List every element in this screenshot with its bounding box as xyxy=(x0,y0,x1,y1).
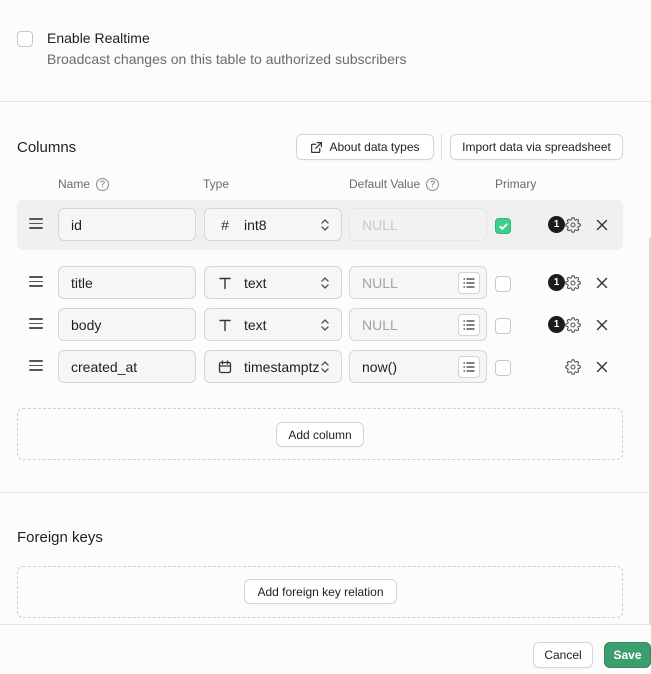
gear-icon[interactable] xyxy=(565,317,581,333)
add-column-area: Add column xyxy=(17,408,623,460)
section-divider xyxy=(0,492,651,493)
column-type-select[interactable]: text xyxy=(204,308,342,341)
default-suggestions-button[interactable] xyxy=(458,356,480,378)
gear-icon[interactable] xyxy=(565,217,581,233)
realtime-description: Broadcast changes on this table to autho… xyxy=(47,51,407,67)
default-suggestions-button[interactable] xyxy=(458,272,480,294)
help-icon[interactable]: ? xyxy=(426,177,440,191)
foreign-keys-title: Foreign keys xyxy=(17,529,103,546)
chevron-up-down-icon xyxy=(321,318,329,331)
default-value-input[interactable]: NULL xyxy=(349,266,487,299)
header-primary: Primary xyxy=(495,177,536,191)
drag-handle-icon[interactable] xyxy=(29,318,43,330)
column-type-select[interactable]: text xyxy=(204,266,342,299)
close-icon[interactable] xyxy=(596,219,608,231)
list-icon xyxy=(463,362,475,372)
hash-icon: # xyxy=(221,216,229,233)
header-default-value: Default Value ? xyxy=(349,177,440,191)
column-type-value: timestamptz xyxy=(244,358,319,375)
save-button[interactable]: Save xyxy=(604,642,651,668)
header-name-label: Name xyxy=(58,177,91,191)
column-type-value: int8 xyxy=(244,216,267,233)
column-name-input[interactable]: body xyxy=(58,308,196,341)
default-value: NULL xyxy=(362,274,398,291)
realtime-checkbox[interactable] xyxy=(17,31,33,47)
column-type-select[interactable]: timestamptz xyxy=(204,350,342,383)
default-value: NULL xyxy=(362,316,398,333)
drag-handle-icon[interactable] xyxy=(29,360,43,372)
foreign-keys-area: Add foreign key relation xyxy=(17,566,623,618)
realtime-title: Enable Realtime xyxy=(47,30,150,46)
realtime-option: Enable Realtime Broadcast changes on thi… xyxy=(17,30,617,70)
column-name-value: id xyxy=(71,216,82,233)
column-badge: 1 xyxy=(548,216,565,233)
list-icon xyxy=(463,278,475,288)
header-name: Name ? xyxy=(58,177,110,191)
column-name-input[interactable]: title xyxy=(58,266,196,299)
external-link-icon xyxy=(311,141,323,153)
header-primary-label: Primary xyxy=(495,177,537,191)
text-type-icon xyxy=(217,318,233,332)
column-name-value: title xyxy=(71,274,93,291)
default-suggestions-button[interactable] xyxy=(458,314,480,336)
header-type: Type xyxy=(203,177,229,191)
gear-icon[interactable] xyxy=(565,359,581,375)
drag-handle-icon[interactable] xyxy=(29,218,43,230)
column-name-value: body xyxy=(71,316,102,333)
chevron-up-down-icon xyxy=(321,360,329,373)
columns-title: Columns xyxy=(17,139,77,156)
default-value-input[interactable]: NULL xyxy=(349,208,487,241)
header-default-label: Default Value xyxy=(349,177,421,191)
column-row: id # int8 NULL 1 xyxy=(17,200,623,250)
column-type-value: text xyxy=(244,316,267,333)
column-name-value: created_at xyxy=(71,358,138,375)
primary-checkbox[interactable] xyxy=(495,276,511,292)
column-name-input[interactable]: created_at xyxy=(58,350,196,383)
column-name-input[interactable]: id xyxy=(58,208,196,241)
close-icon[interactable] xyxy=(596,277,608,289)
text-type-icon xyxy=(217,276,233,290)
column-row: created_at timestamptz now() xyxy=(17,342,623,392)
calendar-icon xyxy=(217,359,233,374)
footer: Cancel Save xyxy=(0,624,651,674)
default-value: NULL xyxy=(362,216,398,233)
default-value: now() xyxy=(362,358,398,375)
about-data-types-label: About data types xyxy=(329,140,420,154)
section-divider xyxy=(0,101,651,102)
import-spreadsheet-label: Import data via spreadsheet xyxy=(462,140,611,154)
default-value-input[interactable]: NULL xyxy=(349,308,487,341)
primary-checkbox[interactable] xyxy=(495,318,511,334)
about-data-types-button[interactable]: About data types xyxy=(296,134,434,160)
chevron-up-down-icon xyxy=(321,276,329,289)
toolbar-separator xyxy=(441,134,442,160)
close-icon[interactable] xyxy=(596,319,608,331)
column-badge: 1 xyxy=(548,274,565,291)
gear-icon[interactable] xyxy=(565,275,581,291)
column-badge: 1 xyxy=(548,316,565,333)
import-spreadsheet-button[interactable]: Import data via spreadsheet xyxy=(450,134,623,160)
help-icon[interactable]: ? xyxy=(96,177,110,191)
close-icon[interactable] xyxy=(596,361,608,373)
header-type-label: Type xyxy=(203,177,230,191)
column-type-select[interactable]: # int8 xyxy=(204,208,342,241)
column-type-value: text xyxy=(244,274,267,291)
cancel-button[interactable]: Cancel xyxy=(533,642,593,668)
drag-handle-icon[interactable] xyxy=(29,276,43,288)
list-icon xyxy=(463,320,475,330)
primary-checkbox[interactable] xyxy=(495,218,511,234)
chevron-up-down-icon xyxy=(321,218,329,231)
default-value-input[interactable]: now() xyxy=(349,350,487,383)
primary-checkbox[interactable] xyxy=(495,360,511,376)
add-foreign-key-button[interactable]: Add foreign key relation xyxy=(244,579,397,604)
check-icon xyxy=(498,222,508,230)
add-column-button[interactable]: Add column xyxy=(276,422,364,447)
